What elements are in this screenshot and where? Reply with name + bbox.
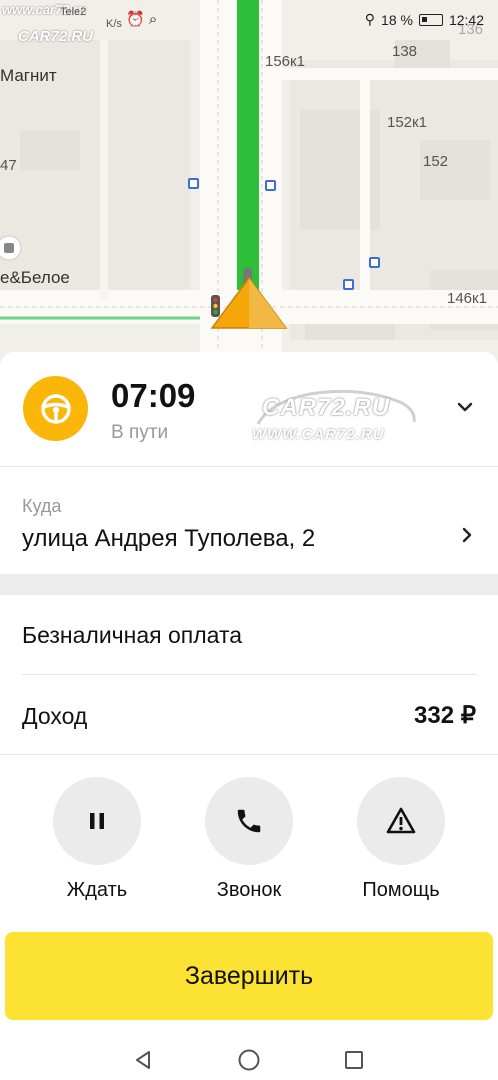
phone-icon [237, 809, 261, 833]
battery-icon [418, 13, 443, 26]
alarm-icon: ⏰ [126, 11, 145, 28]
wait-button-circle[interactable] [53, 777, 141, 865]
home-button[interactable] [229, 1044, 269, 1076]
order-header[interactable]: 07:09 В пути CAR72.RU WWW.CAR72.RU [0, 352, 498, 466]
back-button[interactable] [123, 1044, 163, 1076]
divider [0, 754, 498, 755]
destination-label: Куда [22, 496, 62, 516]
map-label-magnit: Магнит [0, 66, 57, 85]
chevron-right-icon [462, 527, 472, 543]
ride-status: В пути [111, 422, 169, 443]
section-separator [0, 574, 498, 595]
battery-percent: 18 % [381, 11, 413, 28]
map-label-store: е&Белое [0, 268, 70, 287]
carrier-name: Tele2 [60, 6, 87, 18]
chevron-down-icon[interactable] [454, 396, 476, 418]
map-label-building: 156к1 [265, 53, 305, 70]
status-bar: www.car72.ru CAR72.RU Tele2 K/s ⏰ ⌕ ⚲ 18… [0, 0, 498, 45]
destination-row[interactable]: Куда улица Андрея Туполева, 2 [0, 467, 498, 574]
clock-time: 12:42 [448, 11, 484, 28]
watermark-brand: CAR72.RU [18, 28, 94, 45]
call-button-label: Звонок [216, 879, 282, 901]
destination-address: улица Андрея Туполева, 2 [22, 525, 316, 552]
wait-button[interactable]: Ждать [37, 777, 157, 902]
map-label-building: 146к1 [447, 290, 487, 307]
system-navigation-bar [0, 1040, 498, 1080]
eta-time: 07:09 [111, 377, 196, 414]
income-label: Доход [22, 703, 88, 729]
map-label-building: 152 [423, 153, 449, 170]
recents-button[interactable] [334, 1044, 374, 1076]
location-icon: ⚲ [364, 11, 376, 27]
map-canvas [0, 0, 498, 360]
steering-wheel-badge [23, 376, 88, 441]
help-button-label: Помощь [362, 879, 440, 901]
search-icon: ⌕ [148, 11, 158, 28]
call-button[interactable]: Звонок [189, 777, 309, 902]
map-label-building: 138 [392, 43, 418, 60]
action-buttons: Ждать Звонок Помощь [0, 777, 498, 907]
watermark-url-center: WWW.CAR72.RU [252, 426, 385, 443]
warning-icon [386, 807, 416, 834]
wait-button-label: Ждать [66, 879, 128, 901]
home-circle-icon [238, 1049, 260, 1071]
watermark-brand-center: CAR72.RU [262, 394, 391, 421]
help-button-circle[interactable] [357, 777, 445, 865]
help-button[interactable]: Помощь [341, 777, 461, 902]
pause-icon [90, 813, 104, 829]
order-sheet: 07:09 В пути CAR72.RU WWW.CAR72.RU Куда … [0, 352, 498, 1040]
map-label-building: 152к1 [387, 114, 427, 131]
status-icons: ⏰ ⌕ [126, 10, 157, 28]
status-right: ⚲ 18 % 12:42 [365, 11, 484, 28]
map-view[interactable]: Магнит 156к1 138 152к1 152 146к1 136 47 … [0, 0, 498, 360]
recents-square-icon [345, 1051, 363, 1069]
network-speed: K/s [106, 18, 122, 30]
divider [22, 674, 476, 675]
steering-wheel-icon [40, 393, 71, 424]
finish-ride-button[interactable]: Завершить [5, 932, 493, 1020]
income-value: 332 ₽ [414, 702, 476, 729]
payment-method: Безналичная оплата [22, 622, 243, 648]
map-label-building: 47 [0, 157, 17, 174]
call-button-circle[interactable] [205, 777, 293, 865]
back-triangle-icon [136, 1051, 150, 1069]
